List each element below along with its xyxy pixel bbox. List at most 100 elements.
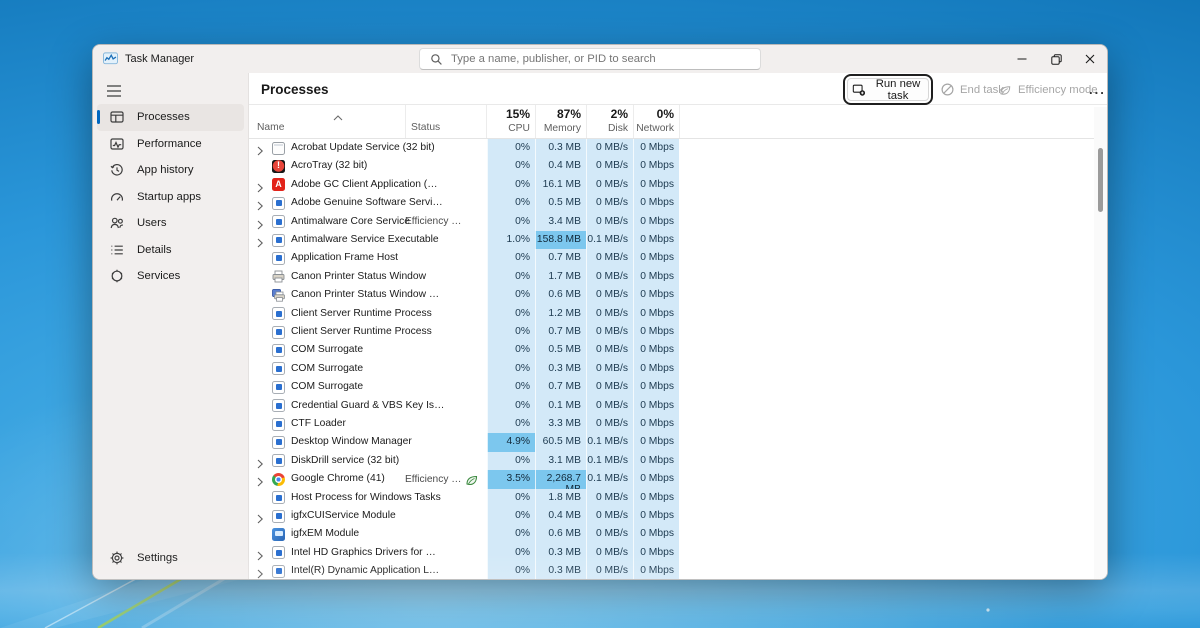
process-row[interactable]: igfxCUIService Module 0% 0.4 MB 0 MB/s 0 Mbp… [249,507,1094,526]
search-input[interactable]: Type a name, publisher, or PID to search [419,48,761,70]
generic-process-icon [272,454,285,468]
generic-process-icon [272,399,285,413]
process-row[interactable]: COM Surrogate 0% 0.3 MB 0 MB/s 0 Mbps [249,359,1094,379]
process-row[interactable]: Antimalware Service Executable 1.0% 158.8 … [249,231,1094,250]
network-cell: 0 Mbps [633,396,679,415]
sidebar-item-users[interactable]: Users [97,210,244,237]
cpu-cell: 0% [487,304,535,323]
close-button[interactable] [1073,45,1107,73]
sidebar-item-details[interactable]: Details [97,237,244,264]
column-header-memory[interactable]: 87% Memory [535,105,586,139]
sidebar: Processes Performance App history Startup a… [93,73,249,579]
expand-chevron-icon[interactable] [256,474,266,487]
expand-chevron-icon[interactable] [256,198,266,211]
sidebar-item-label: Startup apps [137,190,202,203]
desktop-background: Task Manager Type a name, publisher, or … [0,0,1200,628]
header-divider [679,105,680,138]
expand-chevron-icon[interactable] [256,456,266,469]
process-name: CTF Loader [291,418,346,429]
process-row[interactable]: DiskDrill service (32 bit) 0% 3.1 MB 0.1 MB… [249,451,1094,471]
network-cell: 0 Mbps [633,507,679,526]
expand-chevron-icon[interactable] [256,235,266,248]
column-header-network[interactable]: 0% Network [633,105,679,139]
services-icon [109,268,125,284]
process-name: Google Chrome (41) [291,473,385,485]
cpu-cell: 0% [487,378,535,397]
process-row[interactable]: Host Process for Windows Tasks 0% 1.8 MB 0 … [249,488,1094,507]
process-row[interactable]: Acrobat Update Service (32 bit) 0% 0.3 MB 0… [249,139,1094,158]
process-row[interactable]: Desktop Window Manager 4.9% 60.5 MB 0.1 MB/… [249,433,1094,452]
sidebar-item-performance[interactable]: Performance [97,131,244,158]
memory-cell: 3.1 MB [535,451,586,471]
cpu-cell: 0% [487,415,535,434]
network-cell: 0 Mbps [633,488,679,507]
details-icon [109,242,125,258]
sidebar-item-services[interactable]: Services [97,263,244,290]
process-row[interactable]: Client Server Runtime Process 0% 1.2 MB 0 M… [249,304,1094,323]
expand-chevron-icon[interactable] [256,511,266,524]
sidebar-item-app-history[interactable]: App history [97,157,244,184]
generic-process-icon [272,380,285,394]
process-row[interactable]: Application Frame Host 0% 0.7 MB 0 MB/s 0 Mb… [249,249,1094,268]
restore-button[interactable] [1039,45,1073,73]
cpu-cell: 0% [487,451,535,471]
column-header-name[interactable]: Name [257,122,284,133]
process-name: igfxEM Module [291,528,360,540]
vertical-scrollbar[interactable] [1094,107,1107,579]
process-row[interactable]: Canon Printer Status Window … 0% 0.6 MB 0 M… [249,286,1094,305]
process-row[interactable]: AcroTray (32 bit) 0%0.4 MB0 MB/s0 Mbps [249,157,1094,176]
expand-chevron-icon[interactable] [256,143,266,156]
disk-cell: 0 MB/s [586,341,633,360]
network-cell: 0 Mbps [633,451,679,471]
disk-cell: 0 MB/s [586,507,633,526]
cpu-cell: 3.5% [487,470,535,489]
expand-chevron-icon[interactable] [256,180,266,193]
network-cell: 0 Mbps [633,470,679,489]
memory-cell: 16.1 MB [535,175,586,195]
process-row[interactable]: Google Chrome (41) Efficiency … 3.5% 2,268.… [249,470,1094,495]
cpu-cell: 0% [487,359,535,379]
process-name: Client Server Runtime Process [291,307,432,319]
process-list: Acrobat Update Service (32 bit) 0% 0.3 MB 0… [249,139,1094,579]
process-row[interactable]: Intel(R) Dynamic Application L… 0% 0.3 MB 0… [249,562,1094,579]
expand-chevron-icon[interactable] [256,217,266,229]
process-row[interactable]: Adobe Genuine Software Servi… 0% 0.5 MB 0 M… [249,194,1094,213]
generic-process-icon [272,564,285,578]
process-row[interactable]: Intel HD Graphics Drivers for … 0% 0.3 MB 0… [249,543,1094,563]
igfx-process-icon [272,527,285,541]
process-row[interactable]: igfxEM Module 0% 0.6 MB 0 MB/s 0 Mbps [249,525,1094,544]
search-placeholder: Type a name, publisher, or PID to search [451,53,656,65]
process-row[interactable]: CTF Loader 0% 3.3 MB 0 MB/s 0 Mbps [249,415,1094,434]
sidebar-item-label: Processes [137,111,190,124]
sidebar-item-processes[interactable]: Processes [97,104,244,131]
process-row[interactable]: Antimalware Core Service Efficiency … 0% 3.… [249,212,1094,231]
sidebar-item-settings[interactable]: Settings [97,545,244,572]
sidebar-item-startup-apps[interactable]: Startup apps [97,184,244,211]
process-row[interactable]: Canon Printer Status Window 0% 1.7 MB 0 MB/… [249,267,1094,287]
minimize-button[interactable] [1005,45,1039,73]
process-row[interactable]: Credential Guard & VBS Key Is… 0% 0.1 MB 0 … [249,396,1094,415]
disk-cell: 0 MB/s [586,359,633,379]
leaf-icon [999,84,1012,96]
memory-cell: 0.4 MB [535,507,586,526]
process-row[interactable]: Client Server Runtime Process 0% 0.7 MB 0 M… [249,323,1094,342]
process-name: Adobe Genuine Software Servi… [291,197,443,209]
sort-ascending-icon[interactable] [333,108,343,126]
memory-cell: 1.2 MB [535,304,586,323]
scrollbar-thumb[interactable] [1098,148,1103,212]
run-new-task-button[interactable]: Run new task [843,74,933,105]
memory-cell: 0.6 MB [535,286,586,305]
more-options-button[interactable]: ... [1085,78,1107,101]
navigation-menu-button[interactable] [99,79,129,103]
process-name: Intel HD Graphics Drivers for … [291,546,436,558]
expand-chevron-icon[interactable] [256,548,266,561]
column-header-disk[interactable]: 2% Disk [586,105,633,139]
process-name: igfxCUIService Module [291,510,396,521]
process-row[interactable]: COM Surrogate 0% 0.7 MB 0 MB/s 0 Mbps [249,378,1094,397]
process-row[interactable]: Adobe GC Client Application (…0%16.1 MB0… [249,175,1094,195]
network-cell: 0 Mbps [633,378,679,397]
column-header-status[interactable]: Status [411,122,440,133]
expand-chevron-icon[interactable] [256,566,266,579]
column-header-cpu[interactable]: 15% CPU [487,105,535,139]
process-row[interactable]: COM Surrogate 0% 0.5 MB 0 MB/s 0 Mbps [249,341,1094,360]
